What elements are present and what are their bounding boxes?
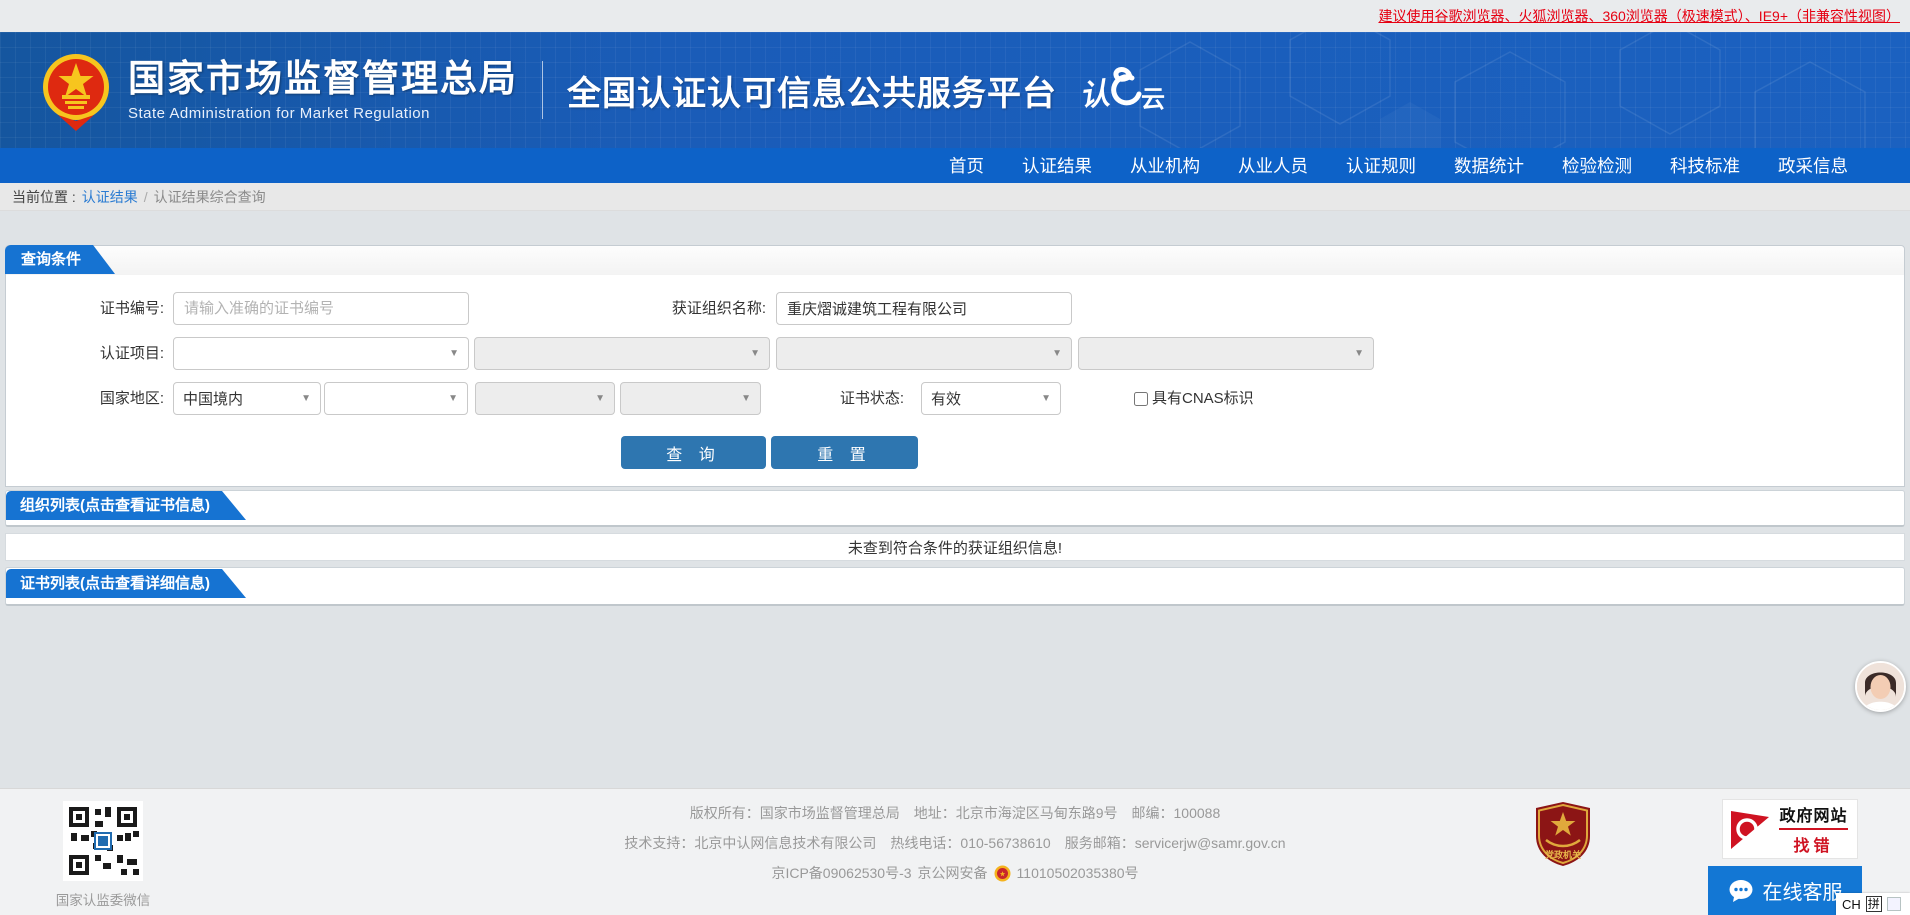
- nav-item-statistics[interactable]: 数据统计: [1454, 153, 1524, 178]
- chevron-down-icon: ▼: [1041, 393, 1051, 404]
- copyright-line: 版权所有：国家市场监督管理总局 地址：北京市海淀区马甸东路9号 邮编：10008…: [689, 805, 1221, 821]
- chevron-down-icon: ▼: [448, 393, 458, 404]
- browser-advice-text: 建议使用谷歌浏览器、火狐浏览器、360浏览器（极速模式）、IE9+（非兼容性视图…: [1378, 8, 1900, 24]
- nav-item-cert-rules[interactable]: 认证规则: [1346, 153, 1416, 178]
- police-badge-icon: [994, 865, 1011, 881]
- online-service-label: 在线客服: [1762, 882, 1843, 904]
- chevron-down-icon: ▼: [301, 393, 311, 404]
- gov-find-error-text: 找错: [1793, 838, 1834, 855]
- national-emblem: [43, 54, 109, 131]
- main-content: 查询条件 证书编号: 获证组织名称: 认证项目: ▼ ▼ ▼ ▼ 国家地区: 中…: [0, 211, 1910, 788]
- ime-indicator-bar[interactable]: CH 拼: [1836, 893, 1910, 915]
- main-nav: 首页 认证结果 从业机构 从业人员 认证规则 数据统计 检验检测 科技标准 政采…: [0, 148, 1910, 183]
- project-select-level2[interactable]: ▼: [474, 337, 770, 370]
- footer-text-block: 版权所有：国家市场监督管理总局 地址：北京市海淀区马甸东路9号 邮编：10008…: [0, 789, 1910, 888]
- psb-number[interactable]: 11010502035380号: [1017, 858, 1139, 888]
- breadcrumb-prefix: 当前位置 :: [12, 188, 76, 205]
- region-select-province[interactable]: ▼: [324, 382, 468, 415]
- hexagon-decoration: [1139, 32, 1866, 148]
- org-list-tab: 组织列表(点击查看证书信息): [6, 491, 246, 520]
- region-select-city[interactable]: ▼: [475, 382, 615, 415]
- country-region-label: 国家地区:: [99, 390, 164, 407]
- footer: 国家认监委微信 版权所有：国家市场监督管理总局 地址：北京市海淀区马甸东路9号 …: [0, 788, 1910, 915]
- project-select-level1[interactable]: ▼: [173, 337, 469, 370]
- region-select-country[interactable]: 中国境内 ▼: [173, 382, 321, 415]
- search-button[interactable]: 查 询: [621, 436, 766, 469]
- party-gov-badge[interactable]: 党政机关: [1532, 800, 1594, 873]
- party-badge-text: 党政机关: [1545, 849, 1581, 860]
- cert-project-label: 认证项目:: [99, 345, 164, 362]
- reset-button[interactable]: 重 置: [771, 436, 918, 469]
- org-name-input[interactable]: [776, 292, 1072, 325]
- cnas-label: 具有CNAS标识: [1152, 390, 1254, 407]
- chevron-down-icon: ▼: [1052, 348, 1062, 359]
- cert-no-input[interactable]: [173, 292, 469, 325]
- breadcrumb-link-cert-results[interactable]: 认证结果: [82, 187, 138, 207]
- cert-no-label: 证书编号:: [99, 300, 164, 317]
- project-select-level4[interactable]: ▼: [1078, 337, 1374, 370]
- project-select-level3[interactable]: ▼: [776, 337, 1072, 370]
- breadcrumb-current-page: 认证结果综合查询: [153, 188, 266, 205]
- cert-status-label: 证书状态:: [839, 390, 904, 407]
- empty-result-message: 未查到符合条件的获证组织信息!: [5, 533, 1905, 561]
- nav-item-tech-standards[interactable]: 科技标准: [1670, 153, 1740, 178]
- site-header: 国家市场监督管理总局 State Administration for Mark…: [0, 32, 1910, 148]
- wechat-qr-label: 国家认监委微信: [55, 893, 151, 908]
- org-list-section: 组织列表(点击查看证书信息): [5, 490, 1905, 527]
- logo-yun-char: 云: [1141, 86, 1165, 113]
- agency-name-cn: 国家市场监督管理总局: [128, 58, 518, 100]
- nav-item-personnel[interactable]: 从业人员: [1238, 153, 1308, 178]
- ime-pinyin-indicator: 拼: [1865, 896, 1882, 912]
- browser-advice-bar: 建议使用谷歌浏览器、火狐浏览器、360浏览器（极速模式）、IE9+（非兼容性视图…: [0, 0, 1910, 32]
- service-agent-avatar[interactable]: [1855, 661, 1906, 712]
- region-select-district[interactable]: ▼: [620, 382, 761, 415]
- cert-list-section: 证书列表(点击查看详细信息): [5, 567, 1905, 606]
- cnas-checkbox[interactable]: [1134, 391, 1148, 406]
- region-select-value: 中国境内: [183, 391, 244, 408]
- chevron-down-icon: ▼: [595, 393, 605, 404]
- breadcrumb-separator: /: [143, 188, 148, 205]
- header-divider: [542, 61, 543, 119]
- org-name-label: 获证组织名称:: [671, 300, 766, 317]
- gov-site-error-widget[interactable]: 政府网站 找错: [1722, 799, 1858, 859]
- platform-title: 全国认证认可信息公共服务平台: [567, 74, 1057, 113]
- chevron-down-icon: ▼: [449, 348, 459, 359]
- ime-tray-icon: [1886, 897, 1901, 911]
- icp-number[interactable]: 京ICP备09062530号-3: [771, 858, 911, 888]
- nav-item-institutions[interactable]: 从业机构: [1130, 153, 1200, 178]
- breadcrumb: 当前位置 : 认证结果 / 认证结果综合查询: [0, 183, 1910, 211]
- cert-list-tab: 证书列表(点击查看详细信息): [6, 569, 246, 598]
- gov-find-error-icon: [1731, 811, 1769, 849]
- ren-e-yun-logo: 认 云: [1077, 66, 1165, 114]
- panel-header-strip: [6, 246, 1904, 275]
- chevron-down-icon: ▼: [1354, 348, 1364, 359]
- support-line: 技术支持：北京中认网信息技术有限公司 热线电话：010-56738610 服务邮…: [624, 835, 1286, 851]
- ime-lang-indicator: CH: [1842, 896, 1861, 912]
- nav-item-cert-results[interactable]: 认证结果: [1022, 153, 1092, 178]
- nav-item-procurement[interactable]: 政采信息: [1778, 153, 1848, 178]
- chevron-down-icon: ▼: [741, 393, 751, 404]
- cert-status-value: 有效: [931, 391, 962, 408]
- psb-prefix: 京公网安备: [917, 865, 988, 881]
- query-conditions-panel: 查询条件 证书编号: 获证组织名称: 认证项目: ▼ ▼ ▼ ▼ 国家地区: 中…: [5, 245, 1905, 487]
- wechat-qr-block: 国家认监委微信: [48, 801, 158, 909]
- agency-name-en: State Administration for Market Regulati…: [128, 104, 430, 122]
- gov-site-text: 政府网站: [1779, 802, 1848, 830]
- nav-item-inspection[interactable]: 检验检测: [1562, 153, 1632, 178]
- chat-bubble-icon: [1729, 879, 1752, 902]
- logo-e-swirl-icon: [1111, 67, 1142, 106]
- nav-item-home[interactable]: 首页: [949, 153, 984, 178]
- cert-status-select[interactable]: 有效 ▼: [921, 382, 1061, 415]
- logo-ren-char: 认: [1077, 77, 1112, 114]
- agency-title-block: 国家市场监督管理总局 State Administration for Mark…: [128, 58, 518, 122]
- qr-code: [63, 801, 143, 881]
- chevron-down-icon: ▼: [750, 348, 760, 359]
- icp-line: 京ICP备09062530号-3 京公网安备 11010502035380号: [0, 858, 1910, 888]
